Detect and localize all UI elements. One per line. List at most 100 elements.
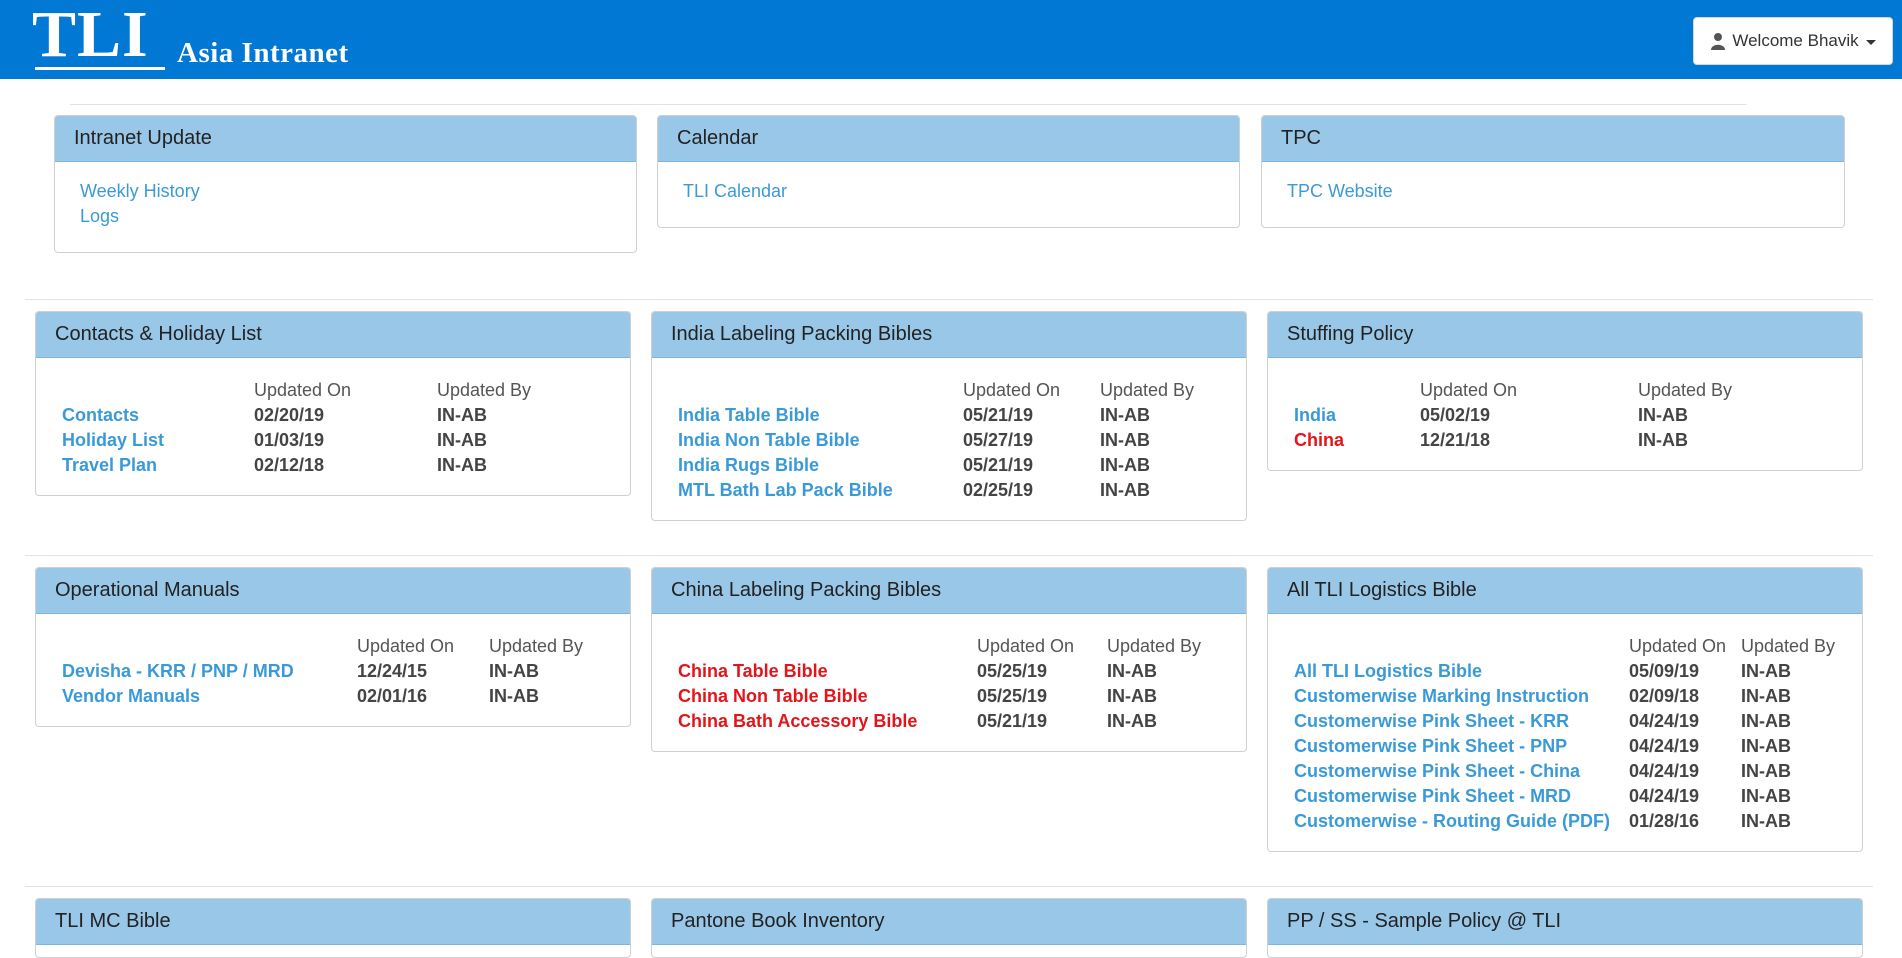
col-updated-on: Updated On [357,636,455,656]
link-pink-sheet-china[interactable]: Customerwise Pink Sheet - China [1294,759,1580,784]
updated-by-value: IN-AB [1100,455,1150,475]
link-china-table-bible[interactable]: China Table Bible [678,659,828,684]
updated-on-value: 05/27/19 [963,430,1034,450]
updated-by-value: IN-AB [1741,761,1791,781]
col-updated-by: Updated By [1107,636,1202,656]
updated-by-value: IN-AB [437,455,487,475]
updated-by-value: IN-AB [1100,430,1150,450]
panel-heading: PP / SS - Sample Policy @ TLI [1268,899,1862,945]
panel-heading: Intranet Update [55,116,636,162]
panel-heading: Pantone Book Inventory [652,899,1246,945]
panel-heading: TPC [1262,116,1844,162]
panel-stuffing-policy: Stuffing Policy Updated On Updated By In… [1267,311,1863,471]
updated-on-value: 04/24/19 [1629,786,1700,806]
updated-on-value: 05/09/19 [1629,661,1700,681]
updated-by-value: IN-AB [437,405,487,425]
link-weekly-history[interactable]: Weekly History [80,179,200,204]
col-updated-by: Updated By [1638,380,1733,400]
panel-india-labeling-packing-bibles: India Labeling Packing Bibles Updated On… [651,311,1247,521]
panel-pantone-book-inventory: Pantone Book Inventory [651,898,1247,958]
user-icon [1711,33,1726,50]
link-india-non-table-bible[interactable]: India Non Table Bible [678,428,860,453]
updated-by-value: IN-AB [1741,686,1791,706]
updated-by-value: IN-AB [1100,480,1150,500]
link-india[interactable]: India [1294,403,1336,428]
updated-by-value: IN-AB [1741,736,1791,756]
updated-on-value: 05/21/19 [963,405,1034,425]
link-india-table-bible[interactable]: India Table Bible [678,403,820,428]
divider [25,886,1873,887]
link-pink-sheet-pnp[interactable]: Customerwise Pink Sheet - PNP [1294,734,1567,759]
link-pink-sheet-mrd[interactable]: Customerwise Pink Sheet - MRD [1294,784,1571,809]
updated-on-value: 04/24/19 [1629,711,1700,731]
link-logs[interactable]: Logs [80,204,119,229]
updated-on-value: 02/25/19 [963,480,1034,500]
link-mtl-bath-lab-pack-bible[interactable]: MTL Bath Lab Pack Bible [678,478,893,503]
divider [25,555,1873,556]
updated-on-value: 05/25/19 [977,686,1048,706]
welcome-user-dropdown[interactable]: Welcome Bhavik [1693,17,1893,65]
link-india-rugs-bible[interactable]: India Rugs Bible [678,453,819,478]
col-updated-on: Updated On [254,380,352,400]
updated-on-value: 05/21/19 [977,711,1048,731]
link-travel-plan[interactable]: Travel Plan [62,453,157,478]
updated-on-value: 02/09/18 [1629,686,1700,706]
link-devisha-manual[interactable]: Devisha - KRR / PNP / MRD [62,659,294,684]
link-china[interactable]: China [1294,428,1344,453]
updated-by-value: IN-AB [1638,430,1688,450]
panel-heading: Stuffing Policy [1268,312,1862,358]
panel-heading: TLI MC Bible [36,899,630,945]
logo-underline [35,67,165,70]
updated-on-value: 02/20/19 [254,405,325,425]
updated-on-value: 12/21/18 [1420,430,1491,450]
link-holiday-list[interactable]: Holiday List [62,428,164,453]
updated-by-value: IN-AB [489,686,539,706]
logo-tli[interactable]: TLI [32,0,149,70]
link-contacts[interactable]: Contacts [62,403,139,428]
panel-tli-mc-bible: TLI MC Bible [35,898,631,958]
link-china-bath-accessory-bible[interactable]: China Bath Accessory Bible [678,709,917,734]
updated-on-value: 04/24/19 [1629,761,1700,781]
col-updated-by: Updated By [1100,380,1195,400]
col-updated-on: Updated On [977,636,1075,656]
divider [25,299,1873,300]
panel-heading: India Labeling Packing Bibles [652,312,1246,358]
panel-intranet-update: Intranet Update Weekly History Logs [54,115,637,253]
col-updated-by: Updated By [437,380,532,400]
divider [70,104,1747,105]
col-updated-by: Updated By [489,636,584,656]
updated-on-value: 05/21/19 [963,455,1034,475]
panel-heading: Operational Manuals [36,568,630,614]
link-routing-guide-pdf[interactable]: Customerwise - Routing Guide (PDF) [1294,809,1610,834]
col-updated-on: Updated On [1629,636,1727,656]
welcome-label: Welcome Bhavik [1732,31,1859,50]
updated-by-value: IN-AB [1741,811,1791,831]
link-pink-sheet-krr[interactable]: Customerwise Pink Sheet - KRR [1294,709,1569,734]
link-tli-calendar[interactable]: TLI Calendar [683,179,787,204]
updated-on-value: 05/02/19 [1420,405,1491,425]
updated-by-value: IN-AB [1741,661,1791,681]
updated-by-value: IN-AB [1741,786,1791,806]
link-china-non-table-bible[interactable]: China Non Table Bible [678,684,868,709]
updated-by-value: IN-AB [1107,661,1157,681]
logo-subtitle: Asia Intranet [177,37,349,69]
caret-down-icon [1865,39,1876,45]
link-all-tli-logistics-bible[interactable]: All TLI Logistics Bible [1294,659,1482,684]
link-tpc-website[interactable]: TPC Website [1287,179,1393,204]
updated-by-value: IN-AB [437,430,487,450]
panel-heading: Calendar [658,116,1239,162]
panel-calendar: Calendar TLI Calendar [657,115,1240,228]
panel-heading: China Labeling Packing Bibles [652,568,1246,614]
link-vendor-manuals[interactable]: Vendor Manuals [62,684,200,709]
updated-by-value: IN-AB [1100,405,1150,425]
updated-on-value: 12/24/15 [357,661,428,681]
col-updated-by: Updated By [1741,636,1836,656]
link-customerwise-marking-instruction[interactable]: Customerwise Marking Instruction [1294,684,1589,709]
panel-tpc: TPC TPC Website [1261,115,1845,228]
updated-by-value: IN-AB [1741,711,1791,731]
top-header-bar: TLI Asia Intranet Welcome Bhavik [0,0,1902,79]
panel-china-labeling-packing-bibles: China Labeling Packing Bibles Updated On… [651,567,1247,752]
col-updated-on: Updated On [1420,380,1518,400]
panel-all-tli-logistics-bible: All TLI Logistics Bible Updated On Updat… [1267,567,1863,852]
updated-on-value: 04/24/19 [1629,736,1700,756]
